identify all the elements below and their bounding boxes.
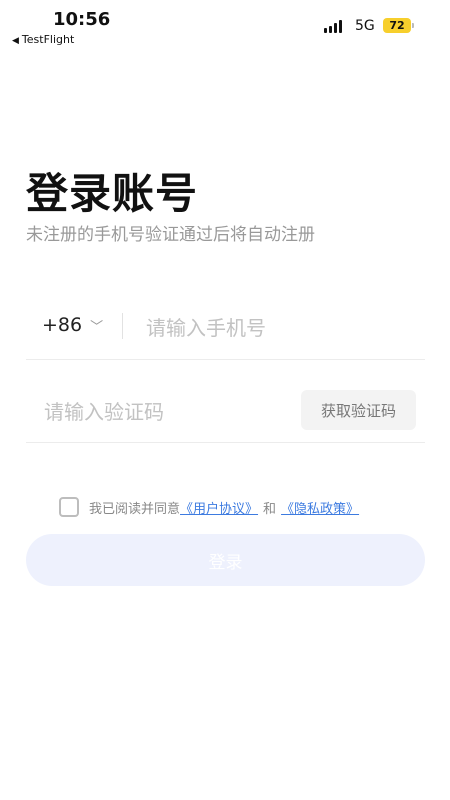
agreement-checkbox[interactable] bbox=[59, 497, 79, 517]
chevron-down-icon: ﹀ bbox=[90, 319, 104, 335]
login-button[interactable]: 登录 bbox=[26, 534, 425, 586]
get-code-button[interactable]: 获取验证码 bbox=[301, 390, 416, 430]
signal-strength-icon bbox=[324, 20, 342, 33]
battery-tip bbox=[412, 23, 414, 28]
back-app-label: TestFlight bbox=[21, 33, 75, 46]
code-row: 获取验证码 bbox=[26, 384, 425, 443]
back-to-app-link[interactable]: ◀ TestFlight bbox=[12, 33, 74, 46]
privacy-policy-link[interactable]: 《隐私政策》 bbox=[281, 498, 359, 517]
page-title: 登录账号 bbox=[26, 169, 199, 218]
country-code-selector[interactable]: +86 ﹀ bbox=[42, 314, 103, 336]
battery-icon: 72 bbox=[383, 18, 411, 33]
phone-row: +86 ﹀ bbox=[26, 302, 425, 360]
agreement-prefix: 我已阅读并同意 bbox=[89, 501, 181, 517]
agreement-row: 我已阅读并同意 《用户协议》 和 《隐私政策》 bbox=[59, 496, 359, 518]
divider bbox=[122, 313, 123, 339]
country-code: +86 bbox=[42, 314, 83, 336]
back-arrow-icon: ◀ bbox=[12, 36, 19, 46]
status-time: 10:56 bbox=[53, 9, 111, 30]
status-bar: 10:56 ◀ TestFlight 5G 72 bbox=[0, 0, 450, 50]
page-subtitle: 未注册的手机号验证通过后将自动注册 bbox=[26, 225, 315, 245]
agreement-conjunction: 和 bbox=[263, 501, 277, 517]
user-agreement-link[interactable]: 《用户协议》 bbox=[180, 498, 258, 517]
verification-code-input[interactable] bbox=[42, 394, 286, 430]
phone-input[interactable] bbox=[144, 310, 418, 346]
login-page: 10:56 ◀ TestFlight 5G 72 登录账号 未注册的手机号验证通过… bbox=[0, 0, 450, 800]
network-type: 5G bbox=[355, 18, 375, 34]
